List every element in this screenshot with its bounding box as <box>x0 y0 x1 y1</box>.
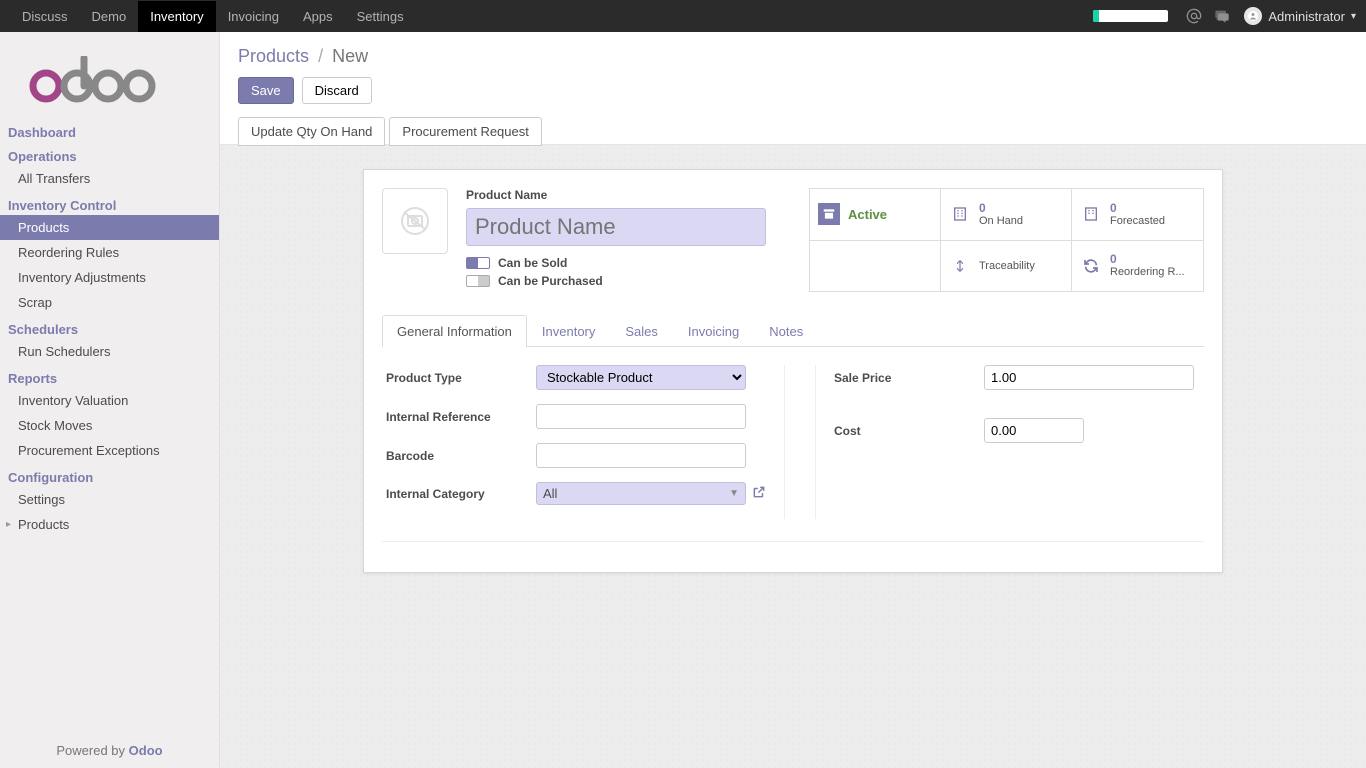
sidebar: Dashboard Operations All Transfers Inven… <box>0 32 220 768</box>
tab-sales[interactable]: Sales <box>610 315 673 347</box>
menu-settings[interactable]: Settings <box>345 1 416 32</box>
product-type-select[interactable]: Stockable Product <box>536 365 746 390</box>
sidebar-item-run-schedulers[interactable]: Run Schedulers <box>0 339 219 364</box>
menu-apps[interactable]: Apps <box>291 1 345 32</box>
menu-demo[interactable]: Demo <box>80 1 139 32</box>
product-name-label: Product Name <box>466 188 791 202</box>
stat-reordering[interactable]: 0Reordering R... <box>1072 241 1203 292</box>
user-name: Administrator <box>1268 9 1345 24</box>
breadcrumb: Products / New <box>238 46 1348 67</box>
can-be-purchased-label: Can be Purchased <box>498 274 603 288</box>
menu-discuss[interactable]: Discuss <box>10 1 80 32</box>
stat-reordering-num: 0 <box>1110 253 1185 266</box>
divider <box>382 541 1204 542</box>
chat-icon[interactable] <box>1214 8 1230 24</box>
sale-price-label: Sale Price <box>834 371 984 385</box>
stat-active[interactable]: Active <box>810 189 941 241</box>
stat-on-hand[interactable]: 0On Hand <box>941 189 1072 241</box>
tab-notes[interactable]: Notes <box>754 315 818 347</box>
stat-forecasted[interactable]: 0Forecasted <box>1072 189 1203 241</box>
building-icon <box>949 203 971 225</box>
barcode-label: Barcode <box>386 449 536 463</box>
barcode-input[interactable] <box>536 443 746 468</box>
discard-button[interactable]: Discard <box>302 77 372 104</box>
sidebar-item-reordering-rules[interactable]: Reordering Rules <box>0 240 219 265</box>
topbar: Discuss Demo Inventory Invoicing Apps Se… <box>0 0 1366 32</box>
internal-category-select[interactable]: All ▼ <box>536 482 746 505</box>
form-sheet: Product Name Can be Sold Can be Purchase… <box>363 169 1223 573</box>
internal-reference-input[interactable] <box>536 404 746 429</box>
internal-category-value: All <box>543 486 557 501</box>
section-inventory-control[interactable]: Inventory Control <box>0 191 219 215</box>
form-tabs: General Information Inventory Sales Invo… <box>382 314 1204 347</box>
section-operations[interactable]: Operations <box>0 142 219 166</box>
internal-category-label: Internal Category <box>386 487 536 501</box>
footer-brand[interactable]: Odoo <box>129 743 163 758</box>
sidebar-item-stock-moves[interactable]: Stock Moves <box>0 413 219 438</box>
breadcrumb-sep: / <box>318 46 323 66</box>
can-be-sold-label: Can be Sold <box>498 256 567 270</box>
breadcrumb-current: New <box>332 46 368 66</box>
stat-traceability-label: Traceability <box>979 260 1035 272</box>
main: Products / New Save Discard Update Qty O… <box>220 32 1366 768</box>
sidebar-item-inventory-adjustments[interactable]: Inventory Adjustments <box>0 265 219 290</box>
footer-prefix: Powered by <box>56 743 128 758</box>
avatar-icon <box>1244 7 1262 25</box>
external-link-icon[interactable] <box>752 485 766 502</box>
sidebar-item-scrap[interactable]: Scrap <box>0 290 219 315</box>
sidebar-item-procurement-exceptions[interactable]: Procurement Exceptions <box>0 438 219 463</box>
product-type-label: Product Type <box>386 371 536 385</box>
internal-reference-label: Internal Reference <box>386 410 536 424</box>
section-configuration[interactable]: Configuration <box>0 463 219 487</box>
save-button[interactable]: Save <box>238 77 294 104</box>
stat-active-label: Active <box>848 207 887 222</box>
at-icon[interactable] <box>1186 8 1202 24</box>
stat-reordering-label: Reordering R... <box>1110 266 1185 278</box>
arrows-v-icon <box>949 255 971 277</box>
tab-invoicing[interactable]: Invoicing <box>673 315 754 347</box>
sale-price-input[interactable] <box>984 365 1194 390</box>
tab-general-info[interactable]: General Information <box>382 315 527 347</box>
refresh-icon <box>1080 255 1102 277</box>
sidebar-footer: Powered by Odoo <box>0 733 219 768</box>
tab-update-qty[interactable]: Update Qty On Hand <box>238 117 385 146</box>
cost-label: Cost <box>834 424 984 438</box>
stat-on-hand-num: 0 <box>979 202 1023 215</box>
chevron-down-icon: ▼ <box>729 488 739 499</box>
stat-buttons: Active 0On Hand 0Forecaste <box>809 188 1204 292</box>
logo <box>0 32 219 114</box>
sidebar-item-config-products[interactable]: Products <box>0 512 219 537</box>
sidebar-item-inventory-valuation[interactable]: Inventory Valuation <box>0 388 219 413</box>
user-menu[interactable]: Administrator ▾ <box>1244 7 1356 25</box>
stat-on-hand-label: On Hand <box>979 215 1023 227</box>
stat-forecasted-num: 0 <box>1110 202 1165 215</box>
tab-procurement-request[interactable]: Procurement Request <box>389 117 541 146</box>
sidebar-nav: Dashboard Operations All Transfers Inven… <box>0 114 219 733</box>
menu-inventory[interactable]: Inventory <box>138 1 215 32</box>
breadcrumb-products[interactable]: Products <box>238 46 309 66</box>
stat-forecasted-label: Forecasted <box>1110 215 1165 227</box>
product-name-input[interactable] <box>466 208 766 246</box>
sidebar-item-all-transfers[interactable]: All Transfers <box>0 166 219 191</box>
sidebar-item-settings[interactable]: Settings <box>0 487 219 512</box>
caret-down-icon: ▾ <box>1351 11 1356 22</box>
section-reports[interactable]: Reports <box>0 364 219 388</box>
section-schedulers[interactable]: Schedulers <box>0 315 219 339</box>
building-icon <box>1080 203 1102 225</box>
section-dashboard[interactable]: Dashboard <box>0 118 219 142</box>
product-image[interactable] <box>382 188 448 254</box>
top-menu: Discuss Demo Inventory Invoicing Apps Se… <box>10 1 416 32</box>
stat-traceability[interactable]: Traceability <box>941 241 1072 292</box>
view-header: Products / New Save Discard Update Qty O… <box>220 32 1366 145</box>
can-be-sold-toggle[interactable] <box>466 257 490 269</box>
sidebar-item-products[interactable]: Products <box>0 215 219 240</box>
archive-icon <box>818 203 840 225</box>
can-be-purchased-toggle[interactable] <box>466 275 490 287</box>
tab-inventory[interactable]: Inventory <box>527 315 610 347</box>
menu-invoicing[interactable]: Invoicing <box>216 1 291 32</box>
cost-input[interactable] <box>984 418 1084 443</box>
progress-bar[interactable] <box>1093 10 1168 22</box>
